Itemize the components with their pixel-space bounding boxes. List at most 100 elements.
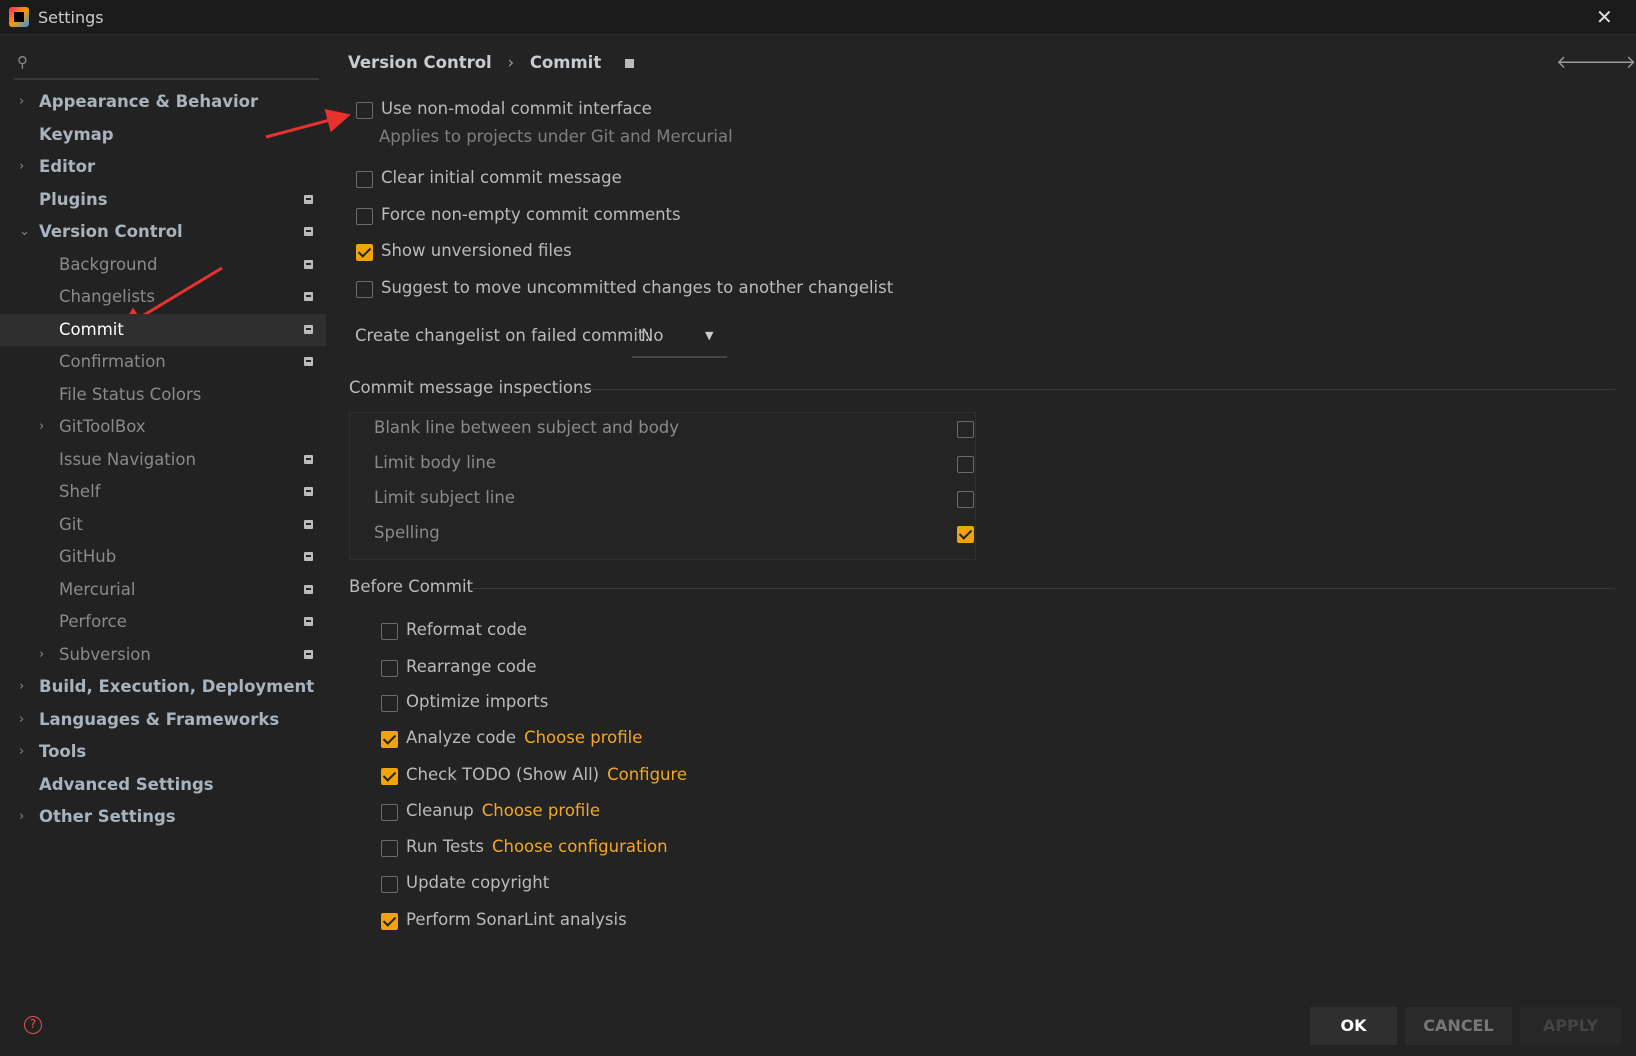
before-commit-link[interactable]: Choose profile — [482, 801, 600, 820]
inspection-label: Limit body line — [374, 453, 496, 472]
sidebar-item-advanced-settings[interactable]: Advanced Settings — [0, 769, 326, 801]
before-commit-item: Check TODO (Show All) Configure — [406, 765, 687, 784]
option-label[interactable]: Use non-modal commit interface — [381, 99, 652, 118]
before-commit-label[interactable]: Analyze code — [406, 728, 516, 747]
before-commit-label[interactable]: Update copyright — [406, 873, 549, 892]
sidebar-item-mercurial[interactable]: Mercurial — [0, 574, 326, 606]
sidebar-item-label: Background — [59, 254, 158, 274]
project-level-icon — [304, 259, 313, 269]
before-commit-label[interactable]: Cleanup — [406, 801, 474, 820]
sidebar-item-label: Issue Navigation — [59, 449, 196, 469]
project-level-icon — [304, 487, 313, 496]
before-commit-label[interactable]: Optimize imports — [406, 692, 548, 711]
sidebar-item-git[interactable]: Git — [0, 509, 326, 541]
before-commit-item: Rearrange code — [406, 657, 537, 676]
chevron-right-icon: › — [19, 744, 25, 759]
before-commit-item: Run Tests Choose configuration — [406, 837, 668, 856]
option-label[interactable]: Clear initial commit message — [381, 168, 622, 187]
sidebar-item-label: Editor — [39, 157, 96, 176]
sidebar-item-other-settings[interactable]: › Other Settings — [0, 801, 326, 833]
sidebar-item-languages-frameworks[interactable]: › Languages & Frameworks — [0, 704, 326, 736]
chevron-right-icon: › — [39, 419, 45, 434]
inspection-checkbox[interactable] — [957, 526, 974, 543]
project-level-icon — [304, 454, 313, 464]
sidebar-item-gittoolbox[interactable]: › GitToolBox — [0, 411, 326, 443]
option-checkbox[interactable] — [356, 281, 373, 298]
before-commit-link[interactable]: Configure — [607, 765, 687, 784]
sidebar-item-label: Keymap — [39, 124, 114, 144]
before-commit-checkbox[interactable] — [381, 660, 398, 677]
sidebar-item-label: Plugins — [39, 189, 108, 209]
sidebar-item-plugins[interactable]: Plugins — [0, 184, 326, 216]
sidebar-item-label: Confirmation — [59, 352, 166, 371]
inspection-label: Limit subject line — [374, 488, 515, 507]
sidebar-item-appearance-behavior[interactable]: › Appearance & Behavior — [0, 86, 326, 118]
sidebar-item-build-execution-deployment[interactable]: › Build, Execution, Deployment — [0, 671, 326, 703]
project-level-icon — [304, 552, 313, 561]
before-commit-label[interactable]: Reformat code — [406, 620, 527, 639]
before-commit-item: Cleanup Choose profile — [406, 801, 600, 820]
before-commit-label[interactable]: Perform SonarLint analysis — [406, 910, 627, 929]
sidebar-item-perforce[interactable]: Perforce — [0, 606, 326, 638]
chevron-right-icon: › — [19, 159, 25, 174]
chevron-down-icon: ⌄ — [19, 224, 30, 239]
option-label[interactable]: Force non-empty commit comments — [381, 205, 681, 224]
before-commit-item: Perform SonarLint analysis — [406, 910, 627, 929]
sidebar-item-issue-navigation[interactable]: Issue Navigation — [0, 444, 326, 476]
sidebar-item-label: GitToolBox — [59, 417, 146, 436]
option-checkbox[interactable] — [356, 171, 373, 188]
sidebar-item-confirmation[interactable]: Confirmation — [0, 346, 326, 378]
sidebar-item-label: Version Control — [39, 222, 183, 241]
sidebar-item-commit[interactable]: Commit — [0, 313, 326, 346]
option-label[interactable]: Show unversioned files — [381, 241, 572, 260]
before-commit-label[interactable]: Rearrange code — [406, 657, 537, 676]
before-commit-link[interactable]: Choose configuration — [492, 837, 668, 856]
before-commit-label[interactable]: Run Tests — [406, 837, 484, 856]
sidebar-item-subversion[interactable]: › Subversion — [0, 639, 326, 671]
before-commit-link[interactable]: Choose profile — [524, 728, 642, 747]
before-commit-checkbox[interactable] — [381, 623, 398, 640]
sidebar-item-keymap[interactable]: Keymap — [0, 119, 326, 151]
sidebar-item-file-status-colors[interactable]: File Status Colors — [0, 379, 326, 411]
sidebar-item-label: Subversion — [59, 644, 151, 664]
sidebar-item-label: Changelists — [59, 287, 156, 306]
inspection-label: Spelling — [374, 523, 440, 542]
chevron-right-icon: › — [19, 94, 25, 109]
option-checkbox[interactable] — [356, 208, 373, 225]
sidebar-item-tools[interactable]: › Tools — [0, 736, 326, 768]
before-commit-label[interactable]: Check TODO (Show All) — [406, 765, 599, 784]
before-commit-checkbox[interactable] — [381, 840, 398, 857]
sidebar-item-github[interactable]: GitHub — [0, 541, 326, 573]
sidebar-item-changelists[interactable]: Changelists — [0, 281, 326, 313]
before-commit-item: Reformat code — [406, 620, 527, 639]
before-commit-item: Optimize imports — [406, 692, 548, 711]
sidebar-item-shelf[interactable]: Shelf — [0, 476, 326, 508]
inspection-checkbox[interactable] — [957, 456, 974, 473]
inspection-checkbox[interactable] — [957, 421, 974, 438]
project-level-icon — [304, 227, 313, 236]
project-level-icon — [304, 357, 313, 366]
sidebar-item-label: Perforce — [59, 612, 127, 631]
option-checkbox[interactable] — [356, 102, 373, 119]
sidebar-item-background[interactable]: Background — [0, 249, 326, 281]
sidebar-item-version-control[interactable]: ⌄ Version Control — [0, 216, 326, 248]
sidebar-item-label: Appearance & Behavior — [39, 92, 259, 111]
sidebar-item-editor[interactable]: › Editor — [0, 151, 326, 183]
before-commit-checkbox[interactable] — [381, 768, 398, 785]
option-checkbox[interactable] — [356, 244, 373, 261]
before-commit-checkbox[interactable] — [381, 913, 398, 930]
sidebar-item-label: Other Settings — [39, 807, 176, 826]
before-commit-checkbox[interactable] — [381, 804, 398, 821]
before-commit-checkbox[interactable] — [381, 731, 398, 748]
chevron-right-icon: › — [19, 809, 25, 824]
option-label[interactable]: Suggest to move uncommitted changes to a… — [381, 278, 893, 297]
chevron-right-icon: › — [39, 646, 45, 662]
inspection-checkbox[interactable] — [957, 491, 974, 508]
before-commit-checkbox[interactable] — [381, 876, 398, 893]
sidebar-item-label: Tools — [39, 742, 87, 761]
sidebar-item-label: Languages & Frameworks — [39, 709, 280, 729]
before-commit-checkbox[interactable] — [381, 695, 398, 712]
project-level-icon — [304, 324, 313, 334]
sidebar-item-label: Commit — [59, 319, 124, 339]
chevron-right-icon: › — [19, 711, 25, 727]
